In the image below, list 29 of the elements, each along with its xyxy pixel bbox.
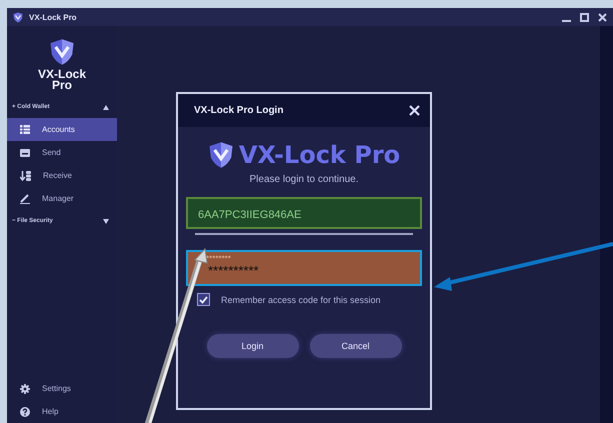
settings-icon: [20, 384, 30, 394]
maximize-icon[interactable]: [580, 12, 589, 22]
close-icon[interactable]: [598, 12, 607, 22]
account-code-field[interactable]: 6AA7PC3IIEG846AE: [186, 197, 422, 229]
sidebar-item[interactable]: Receive: [7, 164, 117, 187]
checkbox[interactable]: [197, 293, 210, 306]
remember-label: Remember access code for this session: [221, 294, 381, 304]
help-icon: [20, 406, 30, 416]
pen-icon: [20, 194, 30, 204]
dialog-title: VX-Lock Pro Login: [194, 105, 284, 116]
sidebar-item[interactable]: Manager: [7, 187, 117, 210]
shield-logo-icon: [208, 141, 234, 169]
cancel-button[interactable]: Cancel: [310, 334, 402, 358]
login-button[interactable]: Login: [206, 334, 298, 358]
login-prompt: Please login to continue.: [250, 174, 358, 185]
sidebar-item[interactable]: Settings: [7, 377, 117, 400]
shield-logo-icon: [49, 38, 75, 66]
shield-logo-icon: [13, 12, 23, 22]
receive-icon: [20, 170, 31, 180]
sidebar-item[interactable]: Help: [7, 400, 117, 423]
table-icon: [20, 125, 30, 134]
sidebar-item[interactable]: Accounts: [7, 118, 117, 141]
close-icon[interactable]: [409, 105, 420, 116]
sidebar-item[interactable]: Send: [7, 141, 117, 164]
window-title: VX-Lock Pro: [29, 12, 77, 22]
password-field[interactable]: ******** **********: [186, 250, 422, 286]
app-logo-text: VX-Lock Pro: [36, 69, 87, 91]
card-icon: [20, 148, 30, 156]
brand-title: VX-Lock Pro: [238, 141, 400, 169]
